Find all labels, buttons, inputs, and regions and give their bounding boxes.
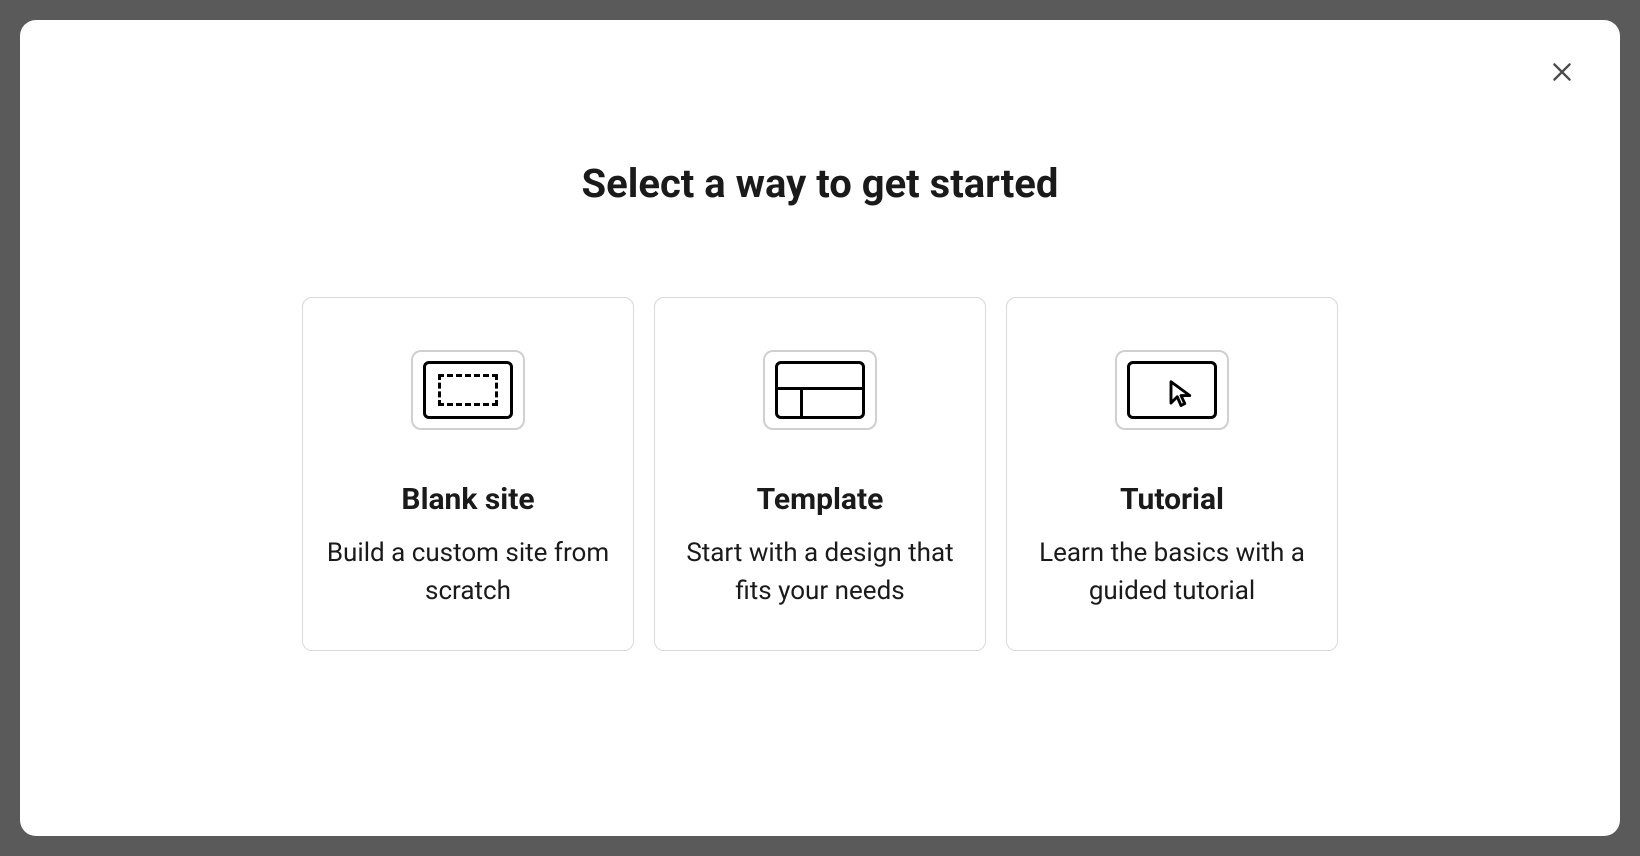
option-title: Tutorial — [1120, 482, 1224, 517]
cursor-icon — [1166, 378, 1196, 408]
option-title: Template — [757, 482, 884, 517]
option-description: Build a custom site from scratch — [325, 535, 611, 610]
option-template[interactable]: Template Start with a design that fits y… — [654, 297, 986, 651]
close-icon — [1549, 59, 1575, 85]
option-description: Start with a design that fits your needs — [677, 535, 963, 610]
get-started-modal: Select a way to get started Blank site B… — [20, 20, 1620, 836]
close-button[interactable] — [1546, 56, 1578, 88]
option-description: Learn the basics with a guided tutorial — [1029, 535, 1315, 610]
blank-site-icon — [411, 350, 525, 430]
tutorial-icon — [1115, 350, 1229, 430]
option-title: Blank site — [401, 482, 534, 517]
modal-title: Select a way to get started — [582, 160, 1059, 207]
template-icon — [763, 350, 877, 430]
option-tutorial[interactable]: Tutorial Learn the basics with a guided … — [1006, 297, 1338, 651]
option-blank-site[interactable]: Blank site Build a custom site from scra… — [302, 297, 634, 651]
options-row: Blank site Build a custom site from scra… — [302, 297, 1338, 651]
